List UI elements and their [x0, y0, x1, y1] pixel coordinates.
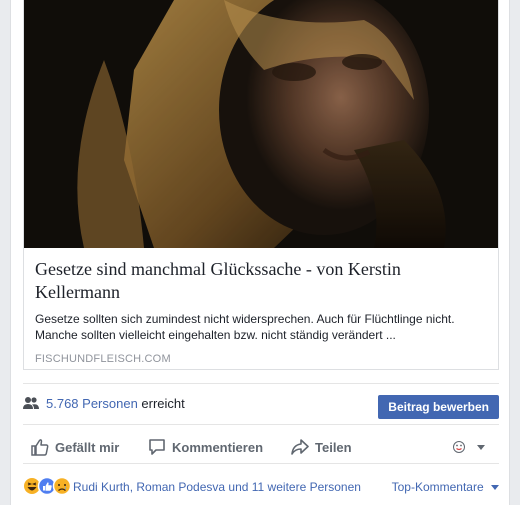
haha-icon: [24, 478, 40, 494]
comment-icon: [149, 439, 165, 455]
link-domain: FISCHUNDFLEISCH.COM: [35, 353, 171, 365]
link-title[interactable]: Gesetze sind manchmal Glückssache - von …: [35, 258, 488, 304]
reaction-people[interactable]: Rudi Kurth, Roman Podesva und 11 weitere…: [73, 480, 361, 494]
share-icon: [291, 439, 309, 455]
portrait-photo: [24, 0, 498, 248]
reach-text: 5.768 Personen erreicht: [46, 396, 185, 411]
chevron-down-icon: [491, 485, 499, 491]
comment-sort-label: Top-Kommentare: [391, 480, 484, 494]
post-card: Gesetze sind manchmal Glückssache - von …: [10, 0, 510, 505]
like-label: Gefällt mir: [55, 439, 120, 455]
actions-row: Gefällt mir Kommentieren Teilen: [23, 424, 499, 464]
link-image[interactable]: [24, 0, 498, 248]
share-button[interactable]: Teilen: [291, 437, 352, 457]
like-button[interactable]: Gefällt mir: [31, 437, 119, 457]
comment-button[interactable]: Kommentieren: [148, 437, 263, 457]
link-description: Gesetze sollten sich zumindest nicht wid…: [35, 312, 455, 342]
thumbs-up-icon: [31, 439, 49, 456]
sad-icon: [52, 476, 72, 496]
people-icon: [23, 397, 39, 409]
reach-count[interactable]: 5.768 Personen: [46, 396, 138, 411]
comment-sort-dropdown[interactable]: Top-Kommentare: [392, 480, 499, 494]
reactions-row: Rudi Kurth, Roman Podesva und 11 weitere…: [23, 472, 499, 502]
reaction-icons[interactable]: [23, 476, 73, 496]
reach-suffix: erreicht: [137, 396, 185, 411]
comment-label: Kommentieren: [172, 439, 264, 455]
link-text-block[interactable]: Gesetze sind manchmal Glückssache - von …: [35, 258, 488, 365]
link-preview[interactable]: Gesetze sind manchmal Glückssache - von …: [23, 0, 499, 370]
share-label: Teilen: [315, 439, 352, 455]
reaction-selector[interactable]: [453, 437, 493, 457]
boost-post-button[interactable]: Beitrag bewerben: [378, 395, 499, 419]
reaction-selector-icon: [453, 441, 485, 453]
reach-row: 5.768 Personen erreicht Beitrag bewerben: [23, 383, 499, 419]
